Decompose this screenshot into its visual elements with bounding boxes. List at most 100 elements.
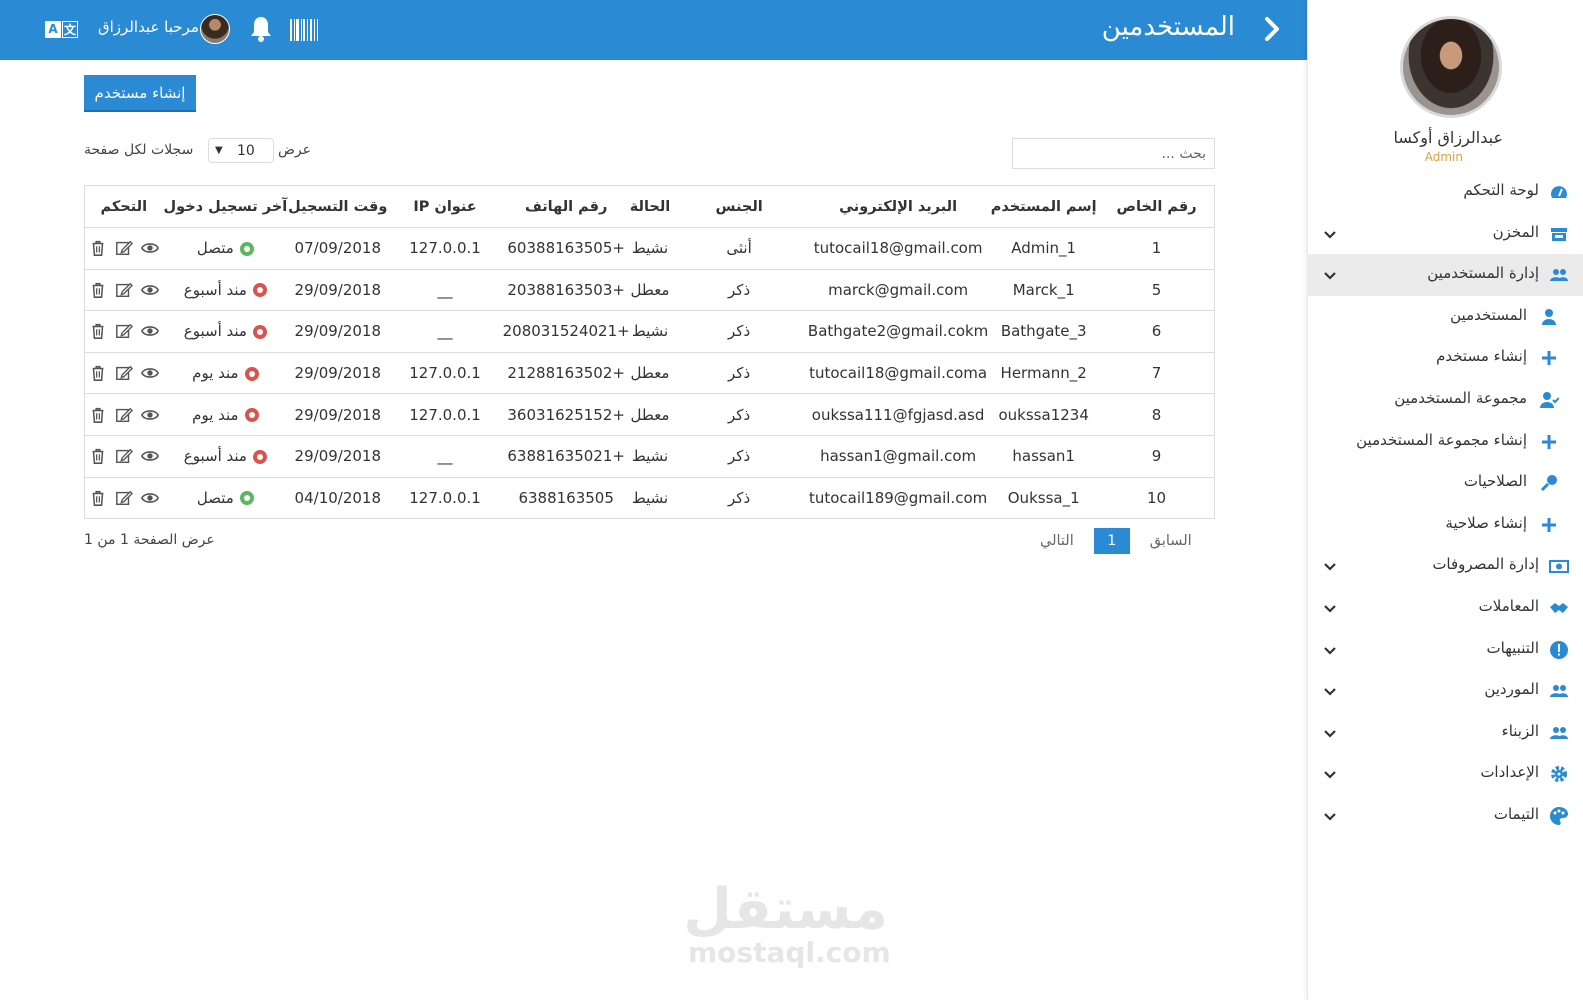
sidebar-item[interactable]: إنشاء صلاحية — [1307, 504, 1583, 546]
phone-cell: 6388163505 — [502, 476, 630, 519]
column-header[interactable]: عنوان IP — [387, 185, 503, 228]
table-header-row: التحكم آخر تسجيل دخول وقت التسجيل عنوان IP ر… — [84, 185, 1215, 228]
eye-icon[interactable] — [140, 364, 159, 382]
trash-icon[interactable] — [89, 322, 107, 340]
trash-icon[interactable] — [89, 281, 107, 299]
column-header[interactable]: وقت التسجيل — [288, 185, 388, 228]
row-actions — [84, 310, 163, 353]
next-page-link[interactable]: التالي — [1040, 533, 1074, 549]
avatar[interactable] — [200, 14, 230, 44]
sidebar-item[interactable]: المعاملات — [1307, 587, 1583, 629]
email-cell: oukssa111@fgjasd.asd — [807, 393, 989, 436]
sidebar-item[interactable]: إنشاء مجموعة المستخدمين — [1307, 421, 1583, 463]
column-header[interactable]: الحالة — [629, 185, 671, 228]
edit-icon[interactable] — [115, 281, 133, 299]
trash-icon[interactable] — [89, 447, 107, 465]
table-info: عرض الصفحة 1 من 1 — [84, 532, 215, 548]
id-cell: 1 — [1099, 227, 1215, 270]
sidebar-item[interactable]: المخزن — [1307, 213, 1583, 255]
edit-icon[interactable] — [115, 322, 133, 340]
chevron-down-icon[interactable] — [1323, 726, 1337, 740]
column-header[interactable]: رقم الخاص — [1099, 185, 1215, 228]
edit-icon[interactable] — [115, 239, 133, 257]
table-row[interactable]: متصل 04/10/2018 127.0.0.1 6388163505 نشيط ذكر… — [84, 476, 1215, 519]
top-bar: المستخدمين A文 مرحبا عبدالرزاق — [0, 0, 1307, 60]
sidebar-item[interactable]: التنبيهات — [1307, 629, 1583, 671]
chevron-down-icon[interactable] — [1323, 767, 1337, 781]
sidebar-item[interactable]: التيمات — [1307, 795, 1583, 837]
row-actions — [84, 434, 163, 478]
chevron-down-icon[interactable] — [1323, 227, 1337, 241]
column-header[interactable]: رقم الهاتف — [502, 185, 630, 228]
page-number-button[interactable]: 1 — [1093, 528, 1130, 554]
chevron-down-icon[interactable] — [1323, 643, 1337, 657]
status-dot-icon — [244, 366, 259, 381]
sidebar-item[interactable]: المستخدمين — [1307, 296, 1583, 338]
edit-icon[interactable] — [115, 406, 133, 424]
show-label: عرض — [278, 142, 312, 158]
chevron-down-icon[interactable] — [1323, 601, 1337, 615]
eye-icon[interactable] — [140, 406, 159, 424]
ip-cell: 127.0.0.1 — [387, 393, 503, 436]
sidebar-item[interactable]: الموردين — [1307, 670, 1583, 712]
table-row[interactable]: مند أسبوع 29/09/2018 __ 63881635021+ نشيط ذكر… — [84, 434, 1215, 478]
dashboard-icon — [1549, 182, 1569, 202]
eye-icon[interactable] — [140, 447, 159, 465]
eye-icon[interactable] — [140, 239, 159, 257]
sidebar-item[interactable]: إنشاء مستخدم — [1307, 337, 1583, 379]
translate-icon[interactable]: A文 — [45, 21, 78, 39]
chevron-right-icon[interactable] — [1257, 14, 1287, 44]
create-user-button[interactable]: إنشاء مستخدم — [84, 75, 196, 112]
username-cell: Hermann_2 — [988, 351, 1100, 394]
trash-icon[interactable] — [89, 406, 107, 424]
bell-icon[interactable] — [248, 15, 274, 43]
trash-icon[interactable] — [89, 239, 107, 257]
registered-cell: 29/09/2018 — [288, 434, 388, 478]
eye-icon[interactable] — [140, 489, 159, 507]
sidebar-item[interactable]: إدارة المصروفات — [1307, 545, 1583, 587]
column-header[interactable]: البريد الإلكتروني — [807, 185, 989, 228]
column-header[interactable]: إسم المستخدم — [988, 185, 1100, 228]
profile-avatar[interactable] — [1400, 16, 1502, 118]
last-login-cell: متصل — [162, 227, 289, 270]
column-header[interactable]: التحكم — [84, 185, 163, 228]
users-table: التحكم آخر تسجيل دخول وقت التسجيل عنوان IP ر… — [84, 185, 1215, 520]
username-cell: Bathgate_3 — [988, 310, 1100, 353]
last-login-cell: مند يوم — [162, 351, 289, 394]
chevron-down-icon[interactable] — [1323, 809, 1337, 823]
plus-icon — [1539, 432, 1559, 452]
chevron-down-icon[interactable] — [1323, 684, 1337, 698]
email-cell: tutocail189@gmail.com — [807, 476, 989, 519]
edit-icon[interactable] — [115, 364, 133, 382]
palette-icon — [1549, 806, 1569, 826]
prev-page-link[interactable]: السابق — [1150, 533, 1192, 549]
table-row[interactable]: متصل 07/09/2018 127.0.0.1 60388163505+ نشيط أ… — [84, 227, 1215, 270]
table-row[interactable]: مند يوم 29/09/2018 127.0.0.1 36031625152+ مع… — [84, 393, 1215, 436]
sidebar-item[interactable]: الزبناء — [1307, 712, 1583, 754]
ip-cell: __ — [387, 310, 503, 353]
chevron-down-icon[interactable] — [1323, 559, 1337, 573]
trash-icon[interactable] — [89, 364, 107, 382]
email-cell: Bathgate2@gmail.cokm — [807, 310, 989, 353]
column-header[interactable]: الجنس — [670, 185, 808, 228]
chevron-down-icon[interactable] — [1323, 268, 1337, 282]
edit-icon[interactable] — [115, 447, 133, 465]
table-row[interactable]: مند أسبوع 29/09/2018 __ 20388163503+ معطل ذكر… — [84, 268, 1215, 311]
table-row[interactable]: مند يوم 29/09/2018 127.0.0.1 21288163502+ مع… — [84, 351, 1215, 394]
eye-icon[interactable] — [140, 281, 159, 299]
barcode-icon[interactable] — [290, 19, 320, 41]
sidebar-item[interactable]: إدارة المستخدمين — [1307, 254, 1583, 296]
edit-icon[interactable] — [115, 489, 133, 507]
trash-icon[interactable] — [89, 489, 107, 507]
page-length-select[interactable]: ▼ 10 — [208, 138, 274, 163]
search-input[interactable] — [1012, 138, 1215, 169]
sidebar-item[interactable]: مجموعة المستخدمين — [1307, 379, 1583, 421]
email-cell: tutocail18@gmail.coma — [807, 351, 989, 394]
table-row[interactable]: مند أسبوع 29/09/2018 __ 208031524021+ نشيط ذك… — [84, 310, 1215, 353]
sidebar-item[interactable]: الصلاحيات — [1307, 462, 1583, 504]
user-greeting[interactable]: مرحبا عبدالرزاق — [98, 18, 199, 36]
sidebar-item[interactable]: لوحة التحكم — [1307, 171, 1583, 213]
eye-icon[interactable] — [140, 322, 159, 340]
sidebar-item[interactable]: الإعدادات — [1307, 753, 1583, 795]
column-header[interactable]: آخر تسجيل دخول — [162, 185, 289, 228]
